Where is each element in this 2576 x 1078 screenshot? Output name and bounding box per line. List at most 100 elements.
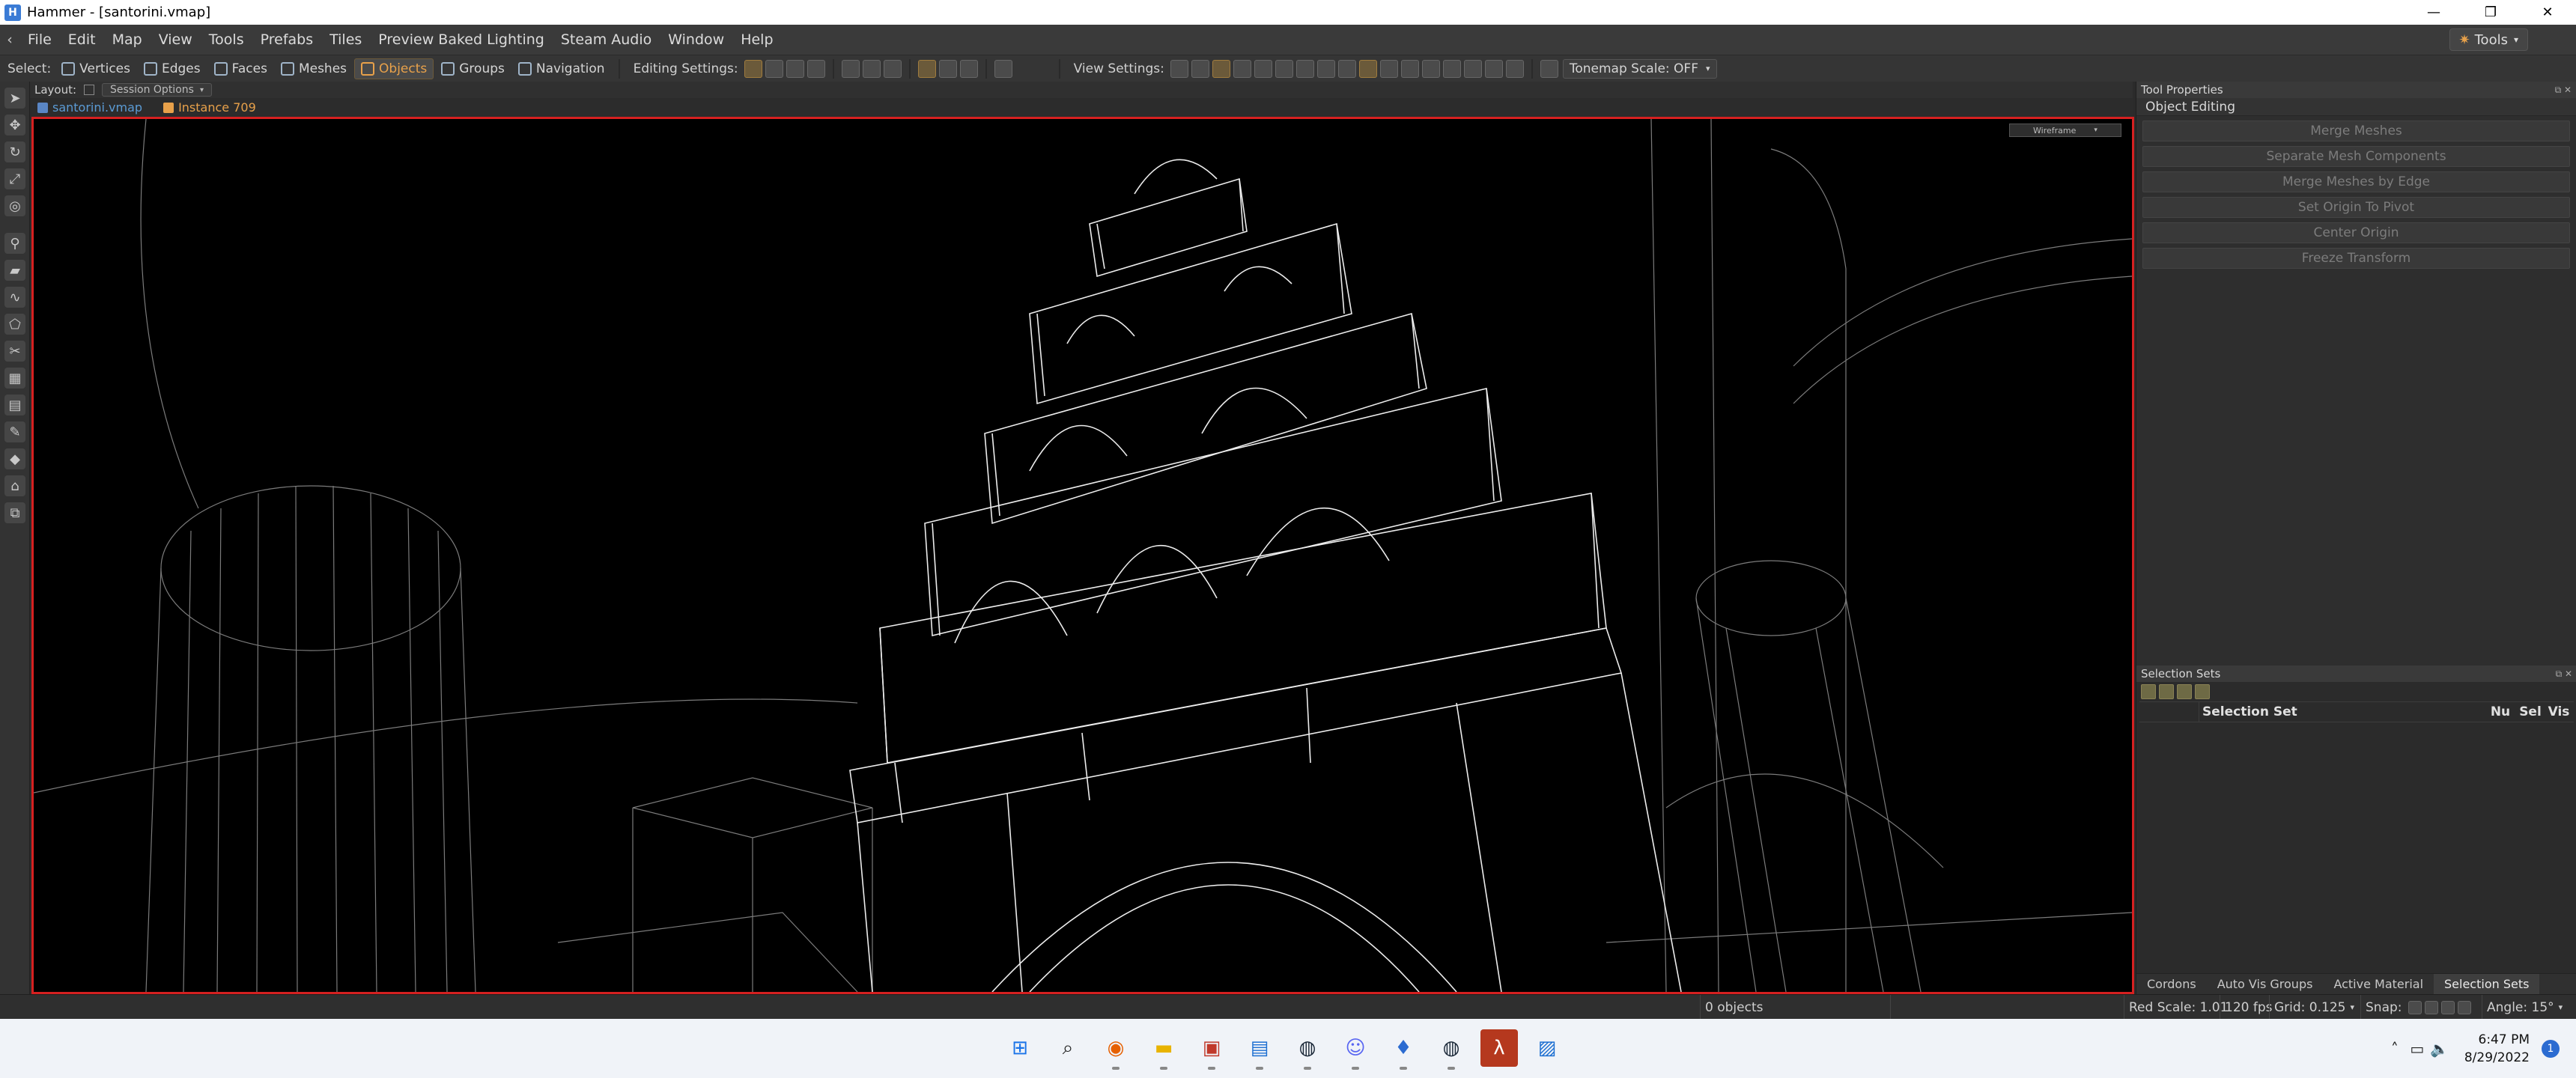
new-selection-set-icon[interactable] bbox=[2141, 684, 2156, 699]
freeze-transform-button[interactable]: Freeze Transform bbox=[2142, 248, 2570, 269]
snap-surface-icon[interactable] bbox=[2457, 1000, 2471, 1014]
select-navigation-button[interactable]: Navigation bbox=[512, 58, 611, 79]
viewport-render-mode-dropdown[interactable]: Wireframe ▾ bbox=[2009, 124, 2121, 137]
menu-file[interactable]: File bbox=[19, 31, 60, 48]
column-selection-set[interactable]: Selection Set bbox=[2199, 704, 2484, 719]
view-setting-toggle-17[interactable] bbox=[1505, 59, 1524, 78]
view-setting-toggle-13[interactable] bbox=[1421, 59, 1440, 78]
column-number[interactable]: Nu bbox=[2484, 704, 2517, 719]
panel-float-close-icon[interactable]: ⧉ ✕ bbox=[2555, 85, 2572, 96]
material-tool-icon[interactable]: ▦ bbox=[4, 368, 25, 389]
edit-setting-toggle-5[interactable] bbox=[841, 59, 860, 78]
panel-float-close-icon[interactable]: ⧉ ✕ bbox=[2556, 669, 2572, 680]
edit-setting-toggle-1[interactable] bbox=[744, 59, 762, 78]
select-tool-icon[interactable]: ➤ bbox=[4, 88, 25, 109]
block-tool-icon[interactable]: ▰ bbox=[4, 260, 25, 281]
select-meshes-button[interactable]: Meshes bbox=[275, 58, 353, 79]
steam-client-icon[interactable]: ◍ bbox=[1433, 1029, 1470, 1070]
translate-tool-icon[interactable]: ✥ bbox=[4, 115, 25, 135]
select-groups-button[interactable]: Groups bbox=[435, 58, 511, 79]
clock[interactable]: 6:47 PM 8/29/2022 bbox=[2464, 1031, 2530, 1067]
network-icon[interactable]: ▭ bbox=[2406, 1040, 2428, 1058]
edit-setting-toggle-7[interactable] bbox=[883, 59, 902, 78]
paint-tool-icon[interactable]: ✎ bbox=[4, 421, 25, 442]
path-tool-icon[interactable]: ∿ bbox=[4, 287, 25, 308]
steam-icon[interactable]: ◍ bbox=[1289, 1029, 1326, 1070]
red-app-icon[interactable]: ▣ bbox=[1193, 1029, 1230, 1070]
tonemap-scale-dropdown[interactable]: Tonemap Scale: OFF ▾ bbox=[1562, 58, 1717, 79]
texture-tool-icon[interactable]: ▤ bbox=[4, 395, 25, 415]
snap-angle-icon[interactable] bbox=[2440, 1000, 2455, 1014]
menu-tools[interactable]: Tools bbox=[201, 31, 252, 48]
view-setting-toggle-1[interactable] bbox=[1170, 59, 1188, 78]
view-setting-toggle-14[interactable] bbox=[1442, 59, 1461, 78]
menu-window[interactable]: Window bbox=[660, 31, 732, 48]
edit-setting-toggle-6[interactable] bbox=[862, 59, 881, 78]
menu-view[interactable]: View bbox=[151, 31, 201, 48]
select-objects-button[interactable]: Objects bbox=[354, 58, 434, 79]
view-setting-toggle-11[interactable] bbox=[1379, 59, 1398, 78]
view-setting-toggle-16[interactable] bbox=[1484, 59, 1503, 78]
edit-setting-toggle-11[interactable] bbox=[994, 59, 1012, 78]
snap-vertex-icon[interactable] bbox=[2424, 1000, 2438, 1014]
edit-setting-toggle-10[interactable] bbox=[959, 59, 978, 78]
restore-button[interactable]: ❐ bbox=[2462, 0, 2519, 25]
separate-mesh-components-button[interactable]: Separate Mesh Components bbox=[2142, 146, 2570, 167]
delete-selection-set-icon[interactable] bbox=[2195, 684, 2210, 699]
edit-setting-toggle-4[interactable] bbox=[806, 59, 825, 78]
edit-setting-toggle-2[interactable] bbox=[765, 59, 783, 78]
select-faces-button[interactable]: Faces bbox=[208, 58, 273, 79]
menu-preview-baked-lighting[interactable]: Preview Baked Lighting bbox=[370, 31, 553, 48]
tab-selection-sets[interactable]: Selection Sets bbox=[2434, 973, 2540, 995]
file-explorer-icon[interactable]: ▬ bbox=[1145, 1029, 1182, 1070]
layout-checkbox[interactable] bbox=[84, 85, 95, 95]
tab-auto-vis-groups[interactable]: Auto Vis Groups bbox=[2207, 974, 2324, 995]
3d-viewport[interactable]: Wireframe ▾ bbox=[31, 117, 2134, 994]
sculpt-tool-icon[interactable]: ⌂ bbox=[4, 475, 25, 496]
hammer-taskbar-icon[interactable]: λ bbox=[1480, 1029, 1518, 1067]
menu-prefabs[interactable]: Prefabs bbox=[252, 31, 322, 48]
overlay-tool-icon[interactable]: ⧉ bbox=[4, 502, 25, 523]
white-app-icon[interactable]: ♦ bbox=[1385, 1029, 1422, 1070]
breadcrumb-file[interactable]: santorini.vmap bbox=[30, 100, 142, 115]
edit-setting-toggle-8[interactable] bbox=[917, 59, 936, 78]
set-origin-to-pivot-button[interactable]: Set Origin To Pivot bbox=[2142, 197, 2570, 218]
edit-setting-toggle-3[interactable] bbox=[786, 59, 804, 78]
angle-snap-dropdown[interactable]: Angle: 15° ▾ bbox=[2482, 995, 2563, 1020]
decal-tool-icon[interactable]: ◆ bbox=[4, 448, 25, 469]
view-setting-toggle-7[interactable] bbox=[1295, 59, 1314, 78]
center-origin-button[interactable]: Center Origin bbox=[2142, 222, 2570, 243]
view-setting-toggle-8[interactable] bbox=[1316, 59, 1335, 78]
firefox-icon[interactable]: ◉ bbox=[1097, 1029, 1134, 1070]
minimize-button[interactable]: — bbox=[2405, 0, 2462, 25]
chevron-up-icon[interactable]: ˄ bbox=[2384, 1040, 2406, 1058]
notification-badge[interactable]: 1 bbox=[2542, 1039, 2560, 1058]
notes-icon[interactable]: ▤ bbox=[1241, 1029, 1278, 1070]
menu-help[interactable]: Help bbox=[732, 31, 781, 48]
column-visible[interactable]: Vis bbox=[2544, 704, 2574, 719]
view-setting-toggle-5[interactable] bbox=[1254, 59, 1272, 78]
select-vertices-button[interactable]: Vertices bbox=[55, 58, 136, 79]
column-selected[interactable]: Sel bbox=[2517, 704, 2544, 719]
view-setting-toggle-15[interactable] bbox=[1463, 59, 1482, 78]
volume-icon[interactable]: 🔈 bbox=[2428, 1040, 2451, 1058]
view-setting-toggle-6[interactable] bbox=[1275, 59, 1293, 78]
menu-map[interactable]: Map bbox=[104, 31, 151, 48]
photos-icon[interactable]: ▨ bbox=[1528, 1029, 1566, 1067]
tools-dropdown-button[interactable]: ✷ Tools ▾ bbox=[2449, 28, 2528, 51]
discord-icon[interactable]: ☺ bbox=[1337, 1029, 1374, 1070]
menu-tiles[interactable]: Tiles bbox=[321, 31, 370, 48]
session-options-button[interactable]: Session Options ▾ bbox=[102, 83, 212, 97]
rotate-tool-icon[interactable]: ↻ bbox=[4, 141, 25, 162]
entity-tool-icon[interactable]: ⚲ bbox=[4, 233, 25, 254]
polygon-tool-icon[interactable]: ⬠ bbox=[4, 314, 25, 335]
grid-size-dropdown[interactable]: Grid: 0.125 ▾ bbox=[2269, 995, 2354, 1020]
view-setting-toggle-3[interactable] bbox=[1212, 59, 1230, 78]
merge-meshes-by-edge-button[interactable]: Merge Meshes by Edge bbox=[2142, 171, 2570, 192]
tab-active-material[interactable]: Active Material bbox=[2323, 974, 2434, 995]
menu-collapse-icon[interactable]: ‹ bbox=[0, 31, 19, 48]
view-setting-toggle-4[interactable] bbox=[1233, 59, 1251, 78]
add-to-selection-set-icon[interactable] bbox=[2159, 684, 2174, 699]
view-setting-toggle-10[interactable] bbox=[1358, 59, 1377, 78]
scale-tool-icon[interactable]: ⤢ bbox=[4, 168, 25, 189]
